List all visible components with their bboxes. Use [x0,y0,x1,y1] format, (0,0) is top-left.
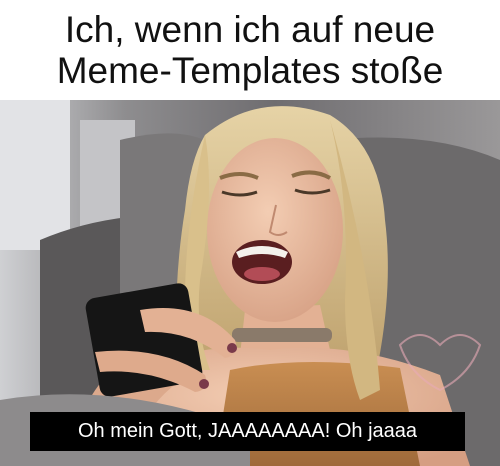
caption-line-2: Meme-Templates stoße [56,50,444,91]
subtitle-bar: Oh mein Gott, JAAAAAAAA! Oh jaaaa [30,412,465,451]
caption-line-1: Ich, wenn ich auf neue [64,9,436,50]
tongue [244,267,280,281]
nail-2 [199,379,209,389]
face [207,138,343,322]
top-caption: Ich, wenn ich auf neue Meme-Templates st… [0,0,500,100]
window-light [0,100,70,250]
meme-image: Ich, wenn ich auf neue Meme-Templates st… [0,0,500,466]
choker [232,328,332,342]
subtitle-text: Oh mein Gott, JAAAAAAAA! Oh jaaaa [77,420,418,442]
nail-1 [227,343,237,353]
